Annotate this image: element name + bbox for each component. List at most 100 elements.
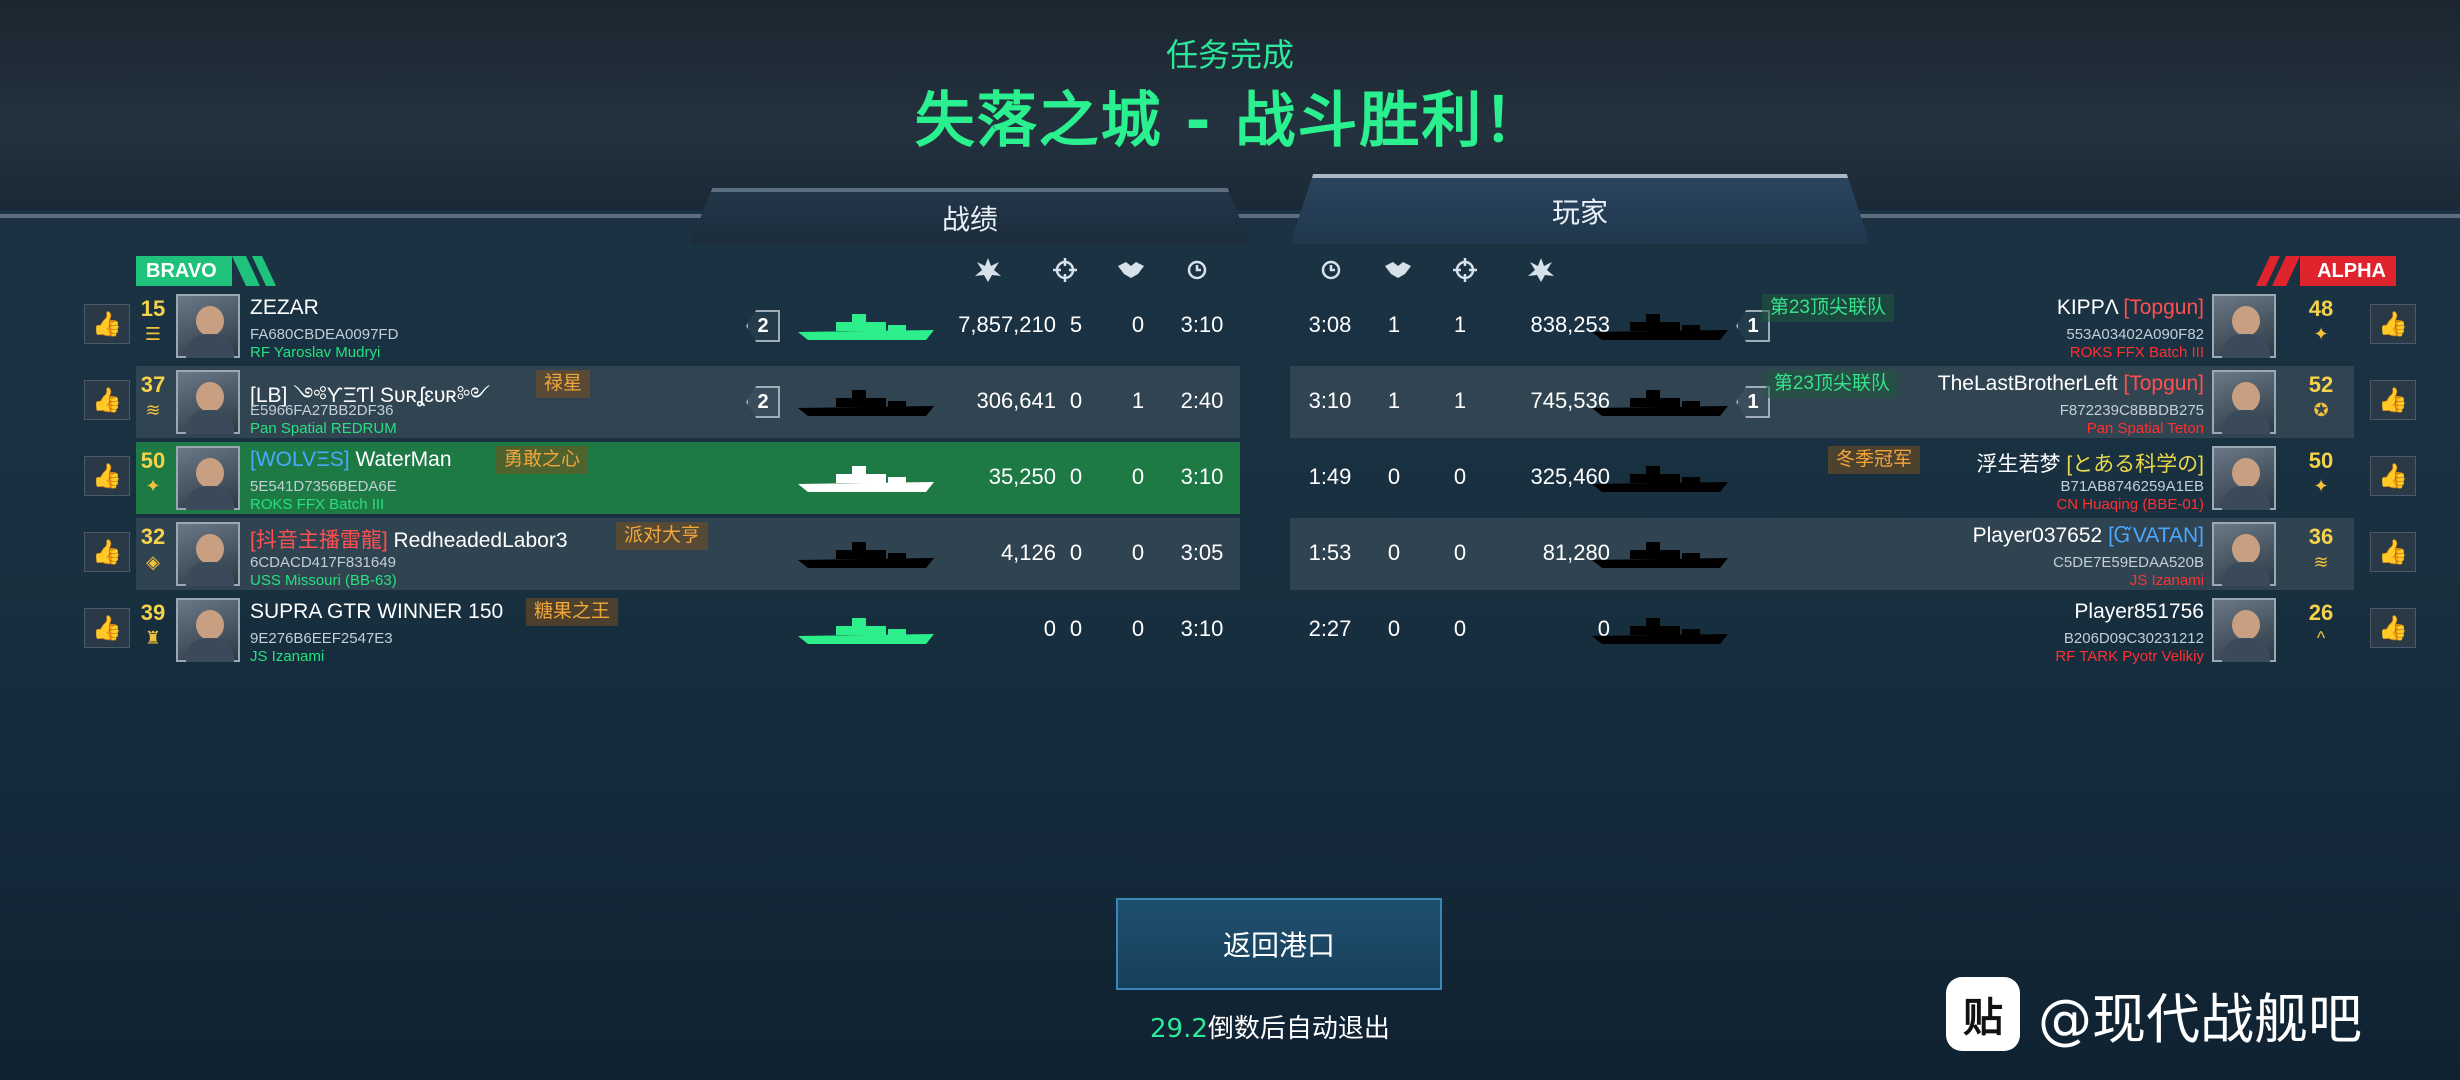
player-row: 32 ◈ [抖音主播雷龍] RedheadedLabor3 派对大亨 6CDACD417…: [136, 518, 1240, 590]
like-button[interactable]: 👍: [84, 608, 130, 648]
player-level: 50: [2308, 448, 2334, 473]
like-button[interactable]: 👍: [2370, 608, 2416, 648]
kills-badge: 2: [746, 310, 780, 342]
player-row: 15 ☰ ZEZAR FA680CBDEA0097FD RF Yaroslav Mudr…: [136, 290, 1240, 362]
time-value: 3:05: [1180, 540, 1224, 565]
assists-value: 0: [1131, 540, 1145, 565]
player-row: 39 ♜ SUPRA GTR WINNER 150 糖果之王 9E276B6EEF254…: [136, 594, 1240, 666]
player-id: E5966FA27BB2DF36: [250, 402, 394, 419]
damage-value: 7,857,210: [958, 312, 1056, 337]
rank-insignia-icon: ♜: [144, 628, 162, 648]
like-button[interactable]: 👍: [2370, 380, 2416, 420]
player-level: 36: [2308, 524, 2334, 549]
player-nickname: WaterMan: [355, 448, 452, 471]
like-button[interactable]: 👍: [84, 380, 130, 420]
ship-silhouette: [796, 464, 936, 494]
ship-silhouette: [1590, 464, 1730, 494]
kills-value: 0: [1453, 616, 1467, 641]
player-nickname: KIPPΛ: [2056, 296, 2118, 319]
like-button[interactable]: 👍: [84, 304, 130, 344]
clan-tag: [Topgun]: [2123, 372, 2204, 395]
like-button[interactable]: 👍: [2370, 456, 2416, 496]
crosshair-icon: [1053, 258, 1077, 282]
avatar: [176, 598, 240, 662]
ship-name: ROKS FFX Batch III: [2069, 344, 2204, 361]
time-value: 3:10: [1180, 616, 1224, 641]
time-value: 2:27: [1308, 616, 1352, 641]
ship-silhouette-icon: [1592, 542, 1728, 568]
avatar: [2212, 370, 2276, 434]
avatar-body: [186, 562, 234, 586]
kills-value: 1: [1453, 388, 1467, 413]
damage-value: 306,641: [976, 388, 1056, 413]
ship-name: Pan Spatial Teton: [2086, 420, 2204, 437]
return-to-port-button[interactable]: 返回港口: [1116, 898, 1442, 990]
player-id: 5E541D7356BEDA6E: [250, 478, 397, 495]
battle-result-title: 失落之城 - 战斗胜利！: [914, 86, 1546, 156]
player-id: FA680CBDEA0097FD: [250, 326, 399, 343]
tab-players[interactable]: 玩家: [1290, 174, 1870, 244]
kills-value: 0: [1069, 388, 1083, 413]
player-id: B71AB8746259A1EB: [2060, 478, 2204, 495]
explosion-icon: [975, 258, 1001, 282]
clock-icon: [1321, 260, 1341, 280]
watermark-text: @现代战舰吧: [2038, 987, 2362, 1051]
assists-value: 0: [1387, 464, 1401, 489]
kills-value: 0: [1453, 464, 1467, 489]
assists-value: 1: [1131, 388, 1145, 413]
player-name: 浮生若梦 [とある科学の]: [1976, 448, 2204, 478]
like-button[interactable]: 👍: [84, 532, 130, 572]
avatar-body: [186, 410, 234, 434]
kills-value: 1: [1453, 312, 1467, 337]
ship-silhouette-icon: [1592, 314, 1728, 340]
player-level: 15: [140, 296, 166, 321]
tieba-logo-icon: 贴: [1946, 977, 2020, 1051]
avatar-face: [196, 458, 224, 488]
assists-value: 0: [1387, 616, 1401, 641]
damage-value: 35,250: [988, 464, 1056, 489]
rank-insignia-icon: ≋: [2313, 552, 2329, 572]
alpha-stripes: [2256, 256, 2300, 286]
clan-tag: [ᏳVATAN]: [2108, 524, 2204, 547]
time-value: 1:53: [1308, 540, 1352, 565]
player-row: 2:27 0 0 0 Player851756 B206D09C30231212 RF T…: [1290, 594, 2354, 666]
tab-battle-record[interactable]: 战绩: [690, 188, 1250, 244]
player-name: [抖音主播雷龍] RedheadedLabor3: [250, 524, 568, 554]
avatar: [176, 446, 240, 510]
player-row: 1:49 0 0 325,460 浮生若梦 [とある科学の] 冬季冠军 B71AB87462…: [1290, 442, 2354, 514]
avatar: [176, 370, 240, 434]
kills-value: 0: [1069, 464, 1083, 489]
rank-insignia-icon: ✦: [2313, 324, 2329, 344]
avatar-body: [2222, 410, 2270, 434]
clan-tag: [Topgun]: [2123, 296, 2204, 319]
handshake-icon: [1118, 262, 1144, 278]
player-name: SUPRA GTR WINNER 150: [250, 600, 503, 624]
assists-value: 0: [1387, 540, 1401, 565]
avatar: [2212, 294, 2276, 358]
player-id: 553A03402A090F82: [2066, 326, 2204, 343]
player-id: 6CDACD417F831649: [250, 554, 396, 571]
like-button[interactable]: 👍: [84, 456, 130, 496]
clan-tag: [とある科学の]: [2066, 453, 2204, 476]
player-nickname: RedheadedLabor3: [393, 529, 568, 552]
avatar: [2212, 522, 2276, 586]
player-level: 32: [140, 524, 166, 549]
explosion-icon: [1528, 258, 1554, 282]
team-bravo-label: BRAVO: [136, 256, 232, 286]
avatar-face: [196, 306, 224, 336]
like-button[interactable]: 👍: [2370, 532, 2416, 572]
player-row: 3:08 1 1 838,253 1 KIPPΛ [Topgun] 第23顶尖联队 553A0…: [1290, 290, 2354, 362]
ship-silhouette-icon: [798, 618, 934, 644]
ship-silhouette: [796, 540, 936, 570]
player-level: 52: [2308, 372, 2334, 397]
ship-silhouette-icon: [1592, 390, 1728, 416]
player-name: ZEZAR: [250, 296, 319, 320]
player-nickname: Player037652: [1972, 524, 2103, 547]
avatar-face: [2232, 458, 2260, 488]
ship-name: RF Yaroslav Mudryi: [250, 344, 381, 361]
avatar-face: [2232, 306, 2260, 336]
like-button[interactable]: 👍: [2370, 304, 2416, 344]
player-id: F872239C8BBDB275: [2059, 402, 2204, 419]
player-id: C5DE7E59EDAA520B: [2053, 554, 2204, 571]
avatar-body: [186, 334, 234, 358]
